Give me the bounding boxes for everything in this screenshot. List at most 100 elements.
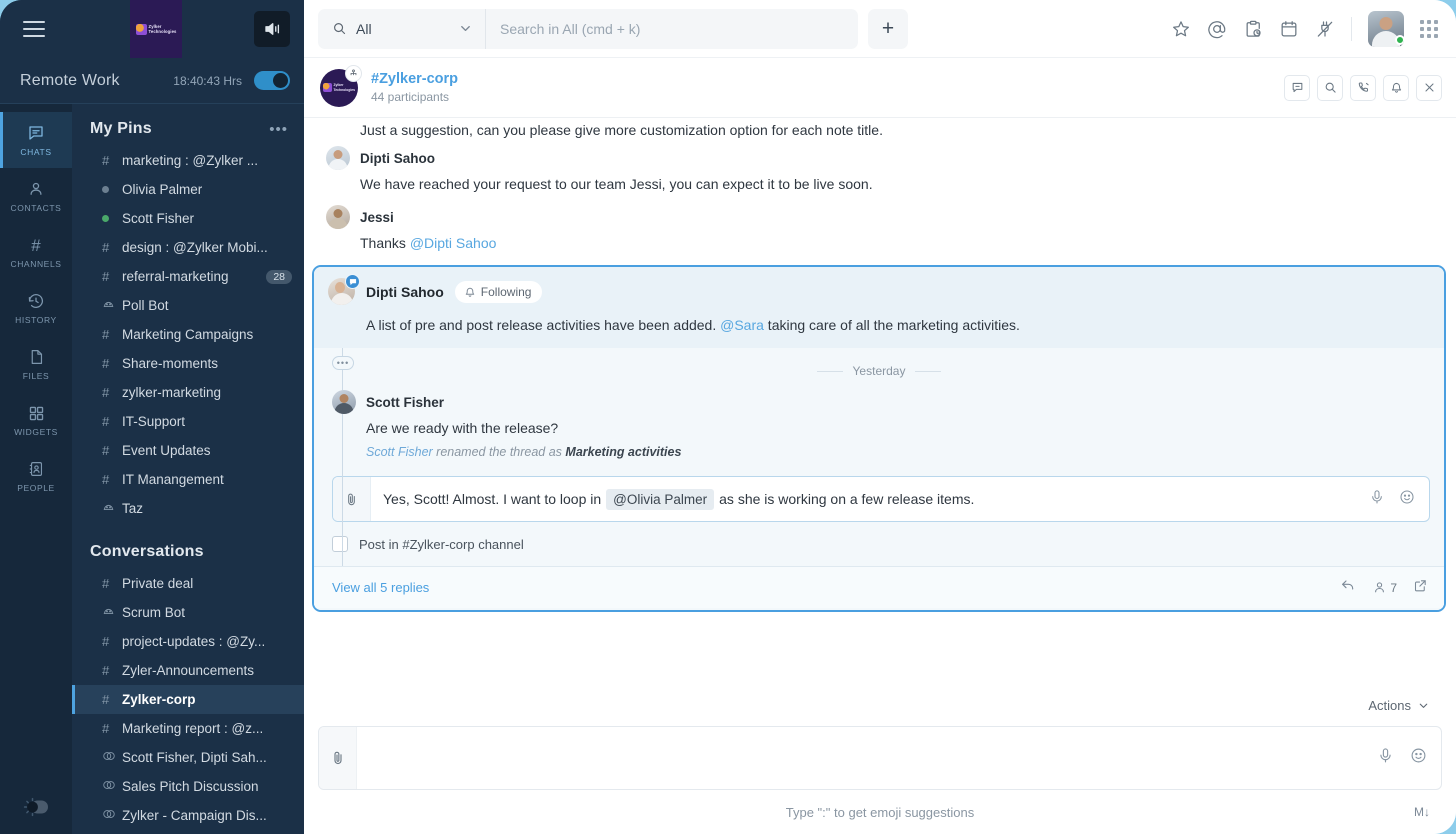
pin-item[interactable]: Taz <box>72 494 304 523</box>
post-in-channel-label: Post in #Zylker-corp channel <box>359 537 524 552</box>
notification-bell-icon[interactable] <box>1383 75 1409 101</box>
sun-toggle-icon[interactable] <box>19 798 53 816</box>
pin-item[interactable]: #zylker-marketing <box>72 378 304 407</box>
section-title: Conversations <box>90 543 204 561</box>
search-icon[interactable] <box>1317 75 1343 101</box>
channel-type-icon <box>102 605 122 621</box>
conversation-item[interactable]: #Zylker-corp <box>72 685 304 714</box>
pin-item[interactable]: #IT Manangement <box>72 465 304 494</box>
post-in-channel-row[interactable]: Post in #Zylker-corp channel <box>314 522 1444 552</box>
post-in-channel-checkbox[interactable] <box>332 536 348 552</box>
conversation-item[interactable]: #Zyler-Announcements <box>72 656 304 685</box>
conversation-item[interactable]: Zylker - Campaign Dis... <box>72 801 304 830</box>
pin-item[interactable]: Scott Fisher <box>72 204 304 233</box>
thread-rename-note: Scott Fisher renamed the thread as Marke… <box>332 445 1430 459</box>
following-label: Following <box>481 285 532 299</box>
conversation-item[interactable]: Scott Fisher, Dipti Sah... <box>72 743 304 772</box>
markdown-toggle[interactable]: M↓ <box>1414 805 1430 819</box>
sidebar-item-label: CHANNELS <box>10 259 61 269</box>
user-mention[interactable]: @Sara <box>720 317 764 333</box>
speaker-icon[interactable] <box>254 11 290 47</box>
expand-hidden-messages-button[interactable]: ••• <box>332 356 354 370</box>
message-text: Thanks @Dipti Sahoo <box>326 233 1436 254</box>
sidebar-item-history[interactable]: HISTORY <box>0 280 72 336</box>
channel-type-icon: # <box>102 269 122 284</box>
thread-root-text: A list of pre and post release activitie… <box>328 315 1430 335</box>
apps-grid-icon[interactable] <box>1420 20 1438 38</box>
channel-type-icon <box>102 215 122 222</box>
paperclip-icon[interactable] <box>319 727 357 789</box>
paperclip-icon[interactable] <box>333 477 371 521</box>
mention-chip[interactable]: @Olivia Palmer <box>606 489 714 510</box>
channel-item-label: marketing : @Zylker ... <box>122 153 258 168</box>
thread-collapse-icon[interactable] <box>1284 75 1310 101</box>
day-divider: Yesterday <box>314 348 1444 384</box>
sidebar-item-label: CHATS <box>20 147 51 157</box>
following-button[interactable]: Following <box>455 281 543 303</box>
pin-item[interactable]: #Share-moments <box>72 349 304 378</box>
close-icon[interactable] <box>1416 75 1442 101</box>
conversation-item[interactable]: #Private deal <box>72 569 304 598</box>
star-icon[interactable] <box>1171 19 1191 39</box>
avatar <box>332 390 356 414</box>
my-pins-more-icon[interactable]: ••• <box>269 121 288 138</box>
microphone-icon[interactable] <box>1369 489 1385 510</box>
chevron-down-icon[interactable] <box>1417 699 1430 712</box>
channel-name[interactable]: #Zylker-corp <box>371 71 458 87</box>
sidebar-item-channels[interactable]: # CHANNELS <box>0 224 72 280</box>
conversation-item[interactable]: #Marketing report : @z... <box>72 714 304 743</box>
sidebar-item-contacts[interactable]: CONTACTS <box>0 168 72 224</box>
thread-reply-input-box[interactable]: Yes, Scott! Almost. I want to loop in @O… <box>332 476 1430 522</box>
user-avatar[interactable] <box>1368 11 1404 47</box>
participants-icon[interactable]: 7 <box>1372 580 1397 595</box>
search-scope-select[interactable]: All <box>318 9 486 49</box>
at-mention-icon[interactable] <box>1207 19 1227 39</box>
conversation-item[interactable]: Sales Pitch Discussion <box>72 772 304 801</box>
pin-item[interactable]: #design : @Zylker Mobi... <box>72 233 304 262</box>
pin-item[interactable]: #Marketing Campaigns <box>72 320 304 349</box>
thread-card[interactable]: Dipti Sahoo Following A list of pre and … <box>312 265 1446 612</box>
thread-reply-text[interactable]: Yes, Scott! Almost. I want to loop in @O… <box>371 477 1369 521</box>
call-icon[interactable] <box>1350 75 1376 101</box>
pin-item[interactable]: #Event Updates <box>72 436 304 465</box>
message-text: We have reached your request to our team… <box>326 174 1436 195</box>
hash-icon: # <box>102 576 109 591</box>
message-input[interactable] <box>357 727 1377 789</box>
channel-item-label: Sales Pitch Discussion <box>122 779 259 794</box>
channel-avatar: ZylkerTechnologies <box>320 69 358 107</box>
open-in-new-icon[interactable] <box>1413 578 1428 598</box>
calendar-icon[interactable] <box>1279 19 1299 39</box>
status-toggle[interactable] <box>254 71 290 90</box>
plug-integration-icon[interactable] <box>1315 19 1335 39</box>
actions-button[interactable]: Actions <box>1368 698 1411 713</box>
menu-icon[interactable] <box>12 7 56 51</box>
sidebar-item-people[interactable]: PEOPLE <box>0 448 72 504</box>
conversation-item[interactable]: Scrum Bot <box>72 598 304 627</box>
pin-item[interactable]: #marketing : @Zylker ... <box>72 146 304 175</box>
day-divider-label: Yesterday <box>853 364 906 378</box>
pin-item[interactable]: Poll Bot <box>72 291 304 320</box>
microphone-icon[interactable] <box>1377 747 1394 769</box>
sidebar-item-chats[interactable]: CHATS <box>0 112 72 168</box>
grid-icon <box>28 404 45 423</box>
emoji-icon[interactable] <box>1399 489 1415 510</box>
reminder-clipboard-icon[interactable] <box>1243 19 1263 39</box>
sidebar-item-files[interactable]: FILES <box>0 336 72 392</box>
pin-item[interactable]: Olivia Palmer <box>72 175 304 204</box>
search-input[interactable] <box>486 9 858 49</box>
app-window: ZylkerTechnologies Remote Work 18:40:43 … <box>0 0 1456 834</box>
conversation-item[interactable]: #project-updates : @Zy... <box>72 627 304 656</box>
sidebar-item-widgets[interactable]: WIDGETS <box>0 392 72 448</box>
user-mention[interactable]: @Dipti Sahoo <box>410 235 497 251</box>
reply-arrow-icon[interactable] <box>1340 577 1356 598</box>
hash-icon: # <box>102 443 109 458</box>
message-item: Jessi Thanks @Dipti Sahoo <box>304 200 1456 259</box>
pin-item[interactable]: #referral-marketing28 <box>72 262 304 291</box>
pin-item[interactable]: #IT-Support <box>72 407 304 436</box>
new-item-button[interactable]: + <box>868 9 908 49</box>
channel-item-label: Scrum Bot <box>122 605 185 620</box>
section-title: My Pins <box>90 120 152 138</box>
emoji-icon[interactable] <box>1410 747 1427 769</box>
composer-box[interactable] <box>318 726 1442 790</box>
view-all-replies-link[interactable]: View all 5 replies <box>332 580 429 595</box>
